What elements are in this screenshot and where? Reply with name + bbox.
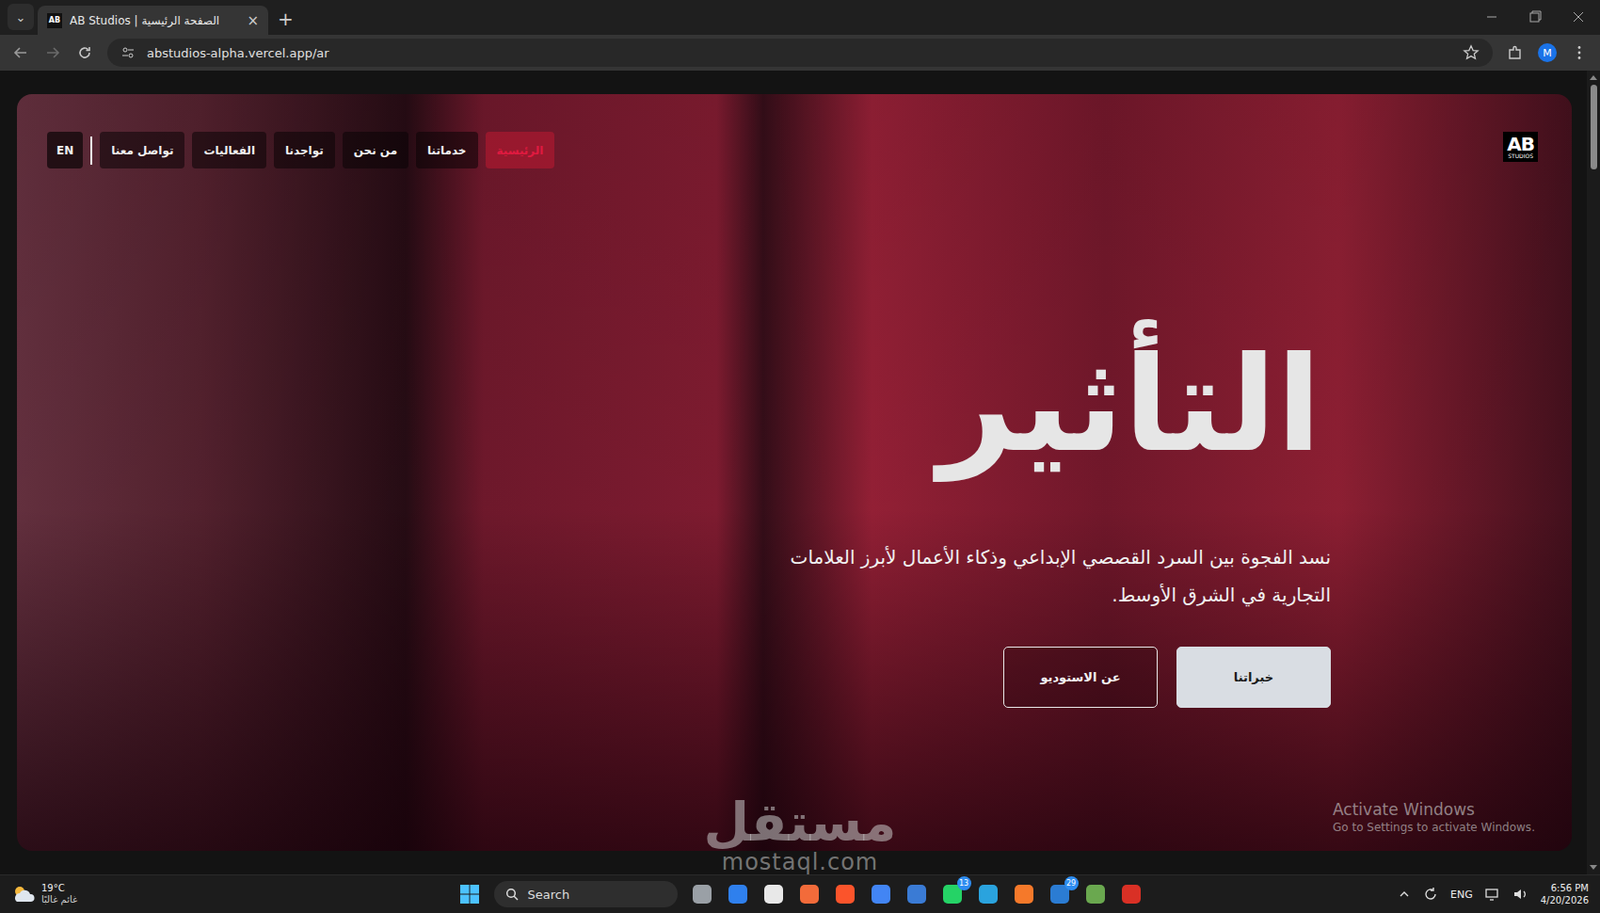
taskbar-app[interactable] [726,882,750,906]
chevron-up-icon[interactable] [1397,887,1411,901]
hero-subtitle: نسد الفجوة بين السرد القصصي الإبداعي وذك… [790,538,1331,614]
network-icon[interactable] [1484,886,1502,902]
scrollbar[interactable] [1586,70,1600,875]
main-nav: الرئيسيةخدماتنامن نحنتواجدناالفعالياتتوا… [47,131,555,169]
scrollbar-thumb[interactable] [1590,84,1598,170]
taskbar-app[interactable] [1084,882,1107,906]
tab-close-button[interactable]: × [246,12,259,30]
vscode-icon [728,884,748,904]
chrome-icon [871,884,891,904]
tab-strip: ⌄ AB AB Studios | الصفحة الرئيسية × + [0,0,1600,35]
nav-item[interactable]: الرئيسية [485,131,556,169]
taskbar-app[interactable] [1012,882,1036,906]
toolbar: abstudios-alpha.vercel.app/ar M [0,34,1600,71]
taskbar-app[interactable] [869,882,893,906]
volume-icon[interactable] [1512,886,1530,902]
forward-icon[interactable] [43,43,63,63]
notification-badge: 29 [1064,876,1079,891]
profile-avatar[interactable]: M [1537,43,1557,63]
taskbar-search[interactable]: Search [494,880,678,908]
telegram-icon [978,884,998,904]
app-orange-icon [800,884,819,904]
nav-item[interactable]: الفعاليات [192,131,267,169]
task-view-icon [692,884,712,904]
window-controls [1470,2,1600,32]
taskbar-app[interactable] [976,882,1000,906]
windows-start-icon[interactable] [458,882,481,906]
studio-logo[interactable]: AB STUDIOS [1503,131,1538,162]
nav-divider [90,136,93,165]
lambda-icon [1086,884,1105,904]
cloud-sun-icon [11,883,36,905]
favicon-icon: AB [47,13,63,29]
address-text: abstudios-alpha.vercel.app/ar [146,46,1452,61]
search-icon [505,887,519,901]
app-red-icon [1121,884,1141,904]
hero-button[interactable]: عن الاستوديو [1003,646,1158,708]
back-icon[interactable] [11,43,31,63]
hero-section: AB STUDIOS الرئيسيةخدماتنامن نحنتواجدناا… [16,94,1572,851]
desktop: ⌄ AB AB Studios | الصفحة الرئيسية × + ab… [0,0,1600,913]
hero-title: التأثير [938,328,1322,480]
nav-item[interactable]: من نحن [342,131,409,169]
taskbar: 19°C غائم غالبًا Search 13 29 ENG 6:56 P… [0,874,1600,913]
taskbar-app[interactable]: 13 [941,882,964,906]
nav-item[interactable]: خدماتنا [416,131,478,169]
notification-badge: 13 [957,876,972,891]
tab-search-button[interactable]: ⌄ [7,3,34,31]
system-tray: ENG 6:56 PM 4/20/2026 [1397,881,1589,907]
clock[interactable]: 6:56 PM 4/20/2026 [1540,881,1589,907]
extensions-icon[interactable] [1505,43,1525,63]
nav-item[interactable]: تواجدنا [273,131,336,169]
input-language[interactable]: ENG [1450,888,1473,901]
app-white-icon [764,884,784,904]
address-bar[interactable]: abstudios-alpha.vercel.app/ar [107,38,1493,67]
minimize-icon[interactable] [1470,2,1514,32]
sync-icon[interactable] [1422,885,1440,903]
new-tab-button[interactable]: + [272,6,300,32]
blender-icon [1014,884,1034,904]
nav-item[interactable]: تواصل معنا [99,131,185,169]
taskbar-app[interactable] [798,882,821,906]
taskbar-app[interactable] [905,882,928,906]
close-icon[interactable] [1556,2,1600,32]
taskbar-app[interactable] [833,882,857,906]
menu-icon[interactable] [1569,43,1589,63]
weather-widget[interactable]: 19°C غائم غالبًا [11,882,78,907]
taskbar-app[interactable]: 29 [1048,882,1072,906]
store-icon [907,884,927,904]
browser-tab[interactable]: AB AB Studios | الصفحة الرئيسية × [37,5,269,35]
star-icon[interactable] [1462,44,1480,62]
site-info-icon[interactable] [120,45,136,61]
activation-watermark: Activate Windows Go to Settings to activ… [1332,800,1536,834]
hero-button[interactable]: خبراتنا [1176,646,1331,708]
taskbar-app[interactable] [1120,882,1143,906]
language-switch[interactable]: EN [47,131,83,169]
brave-icon [835,884,855,904]
taskbar-app[interactable] [690,882,714,906]
restore-icon[interactable] [1513,2,1557,32]
reload-icon[interactable] [75,43,95,63]
site-watermark: مستقل mostaql.com [687,796,913,874]
web-page: AB STUDIOS الرئيسيةخدماتنامن نحنتواجدناا… [0,70,1600,875]
taskbar-app[interactable] [762,882,785,906]
tab-title: AB Studios | الصفحة الرئيسية [69,14,240,28]
